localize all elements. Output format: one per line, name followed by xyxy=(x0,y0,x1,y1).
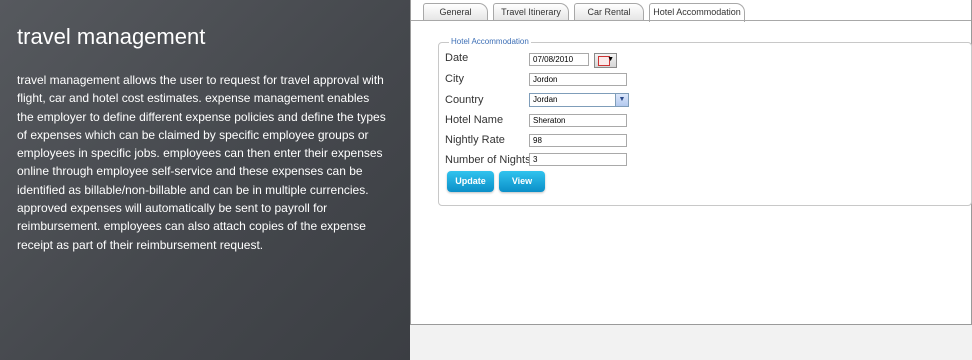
country-select[interactable]: Jordan ▼ xyxy=(529,93,629,107)
description-panel: travel management travel management allo… xyxy=(0,0,410,360)
chevron-down-icon: ▼ xyxy=(607,56,614,63)
nightly-rate-field[interactable]: 98 xyxy=(529,134,627,147)
city-field[interactable]: Jordon xyxy=(529,73,627,86)
nightly-rate-label: Nightly Rate xyxy=(445,134,505,146)
fieldset-legend: Hotel Accommodation xyxy=(449,37,531,46)
date-field[interactable]: 07/08/2010 xyxy=(529,53,589,66)
chevron-down-icon[interactable]: ▼ xyxy=(615,94,628,106)
number-of-nights-label: Number of Nights xyxy=(445,154,531,166)
tab-travel-itinerary[interactable]: Travel Itinerary xyxy=(493,3,569,21)
date-label: Date xyxy=(445,52,469,64)
page-title: travel management xyxy=(17,24,206,49)
number-of-nights-field[interactable]: 3 xyxy=(529,153,627,166)
description-text: travel management allows the user to req… xyxy=(17,73,386,252)
hotel-name-field[interactable]: Sheraton xyxy=(529,114,627,127)
tab-general[interactable]: General xyxy=(423,3,488,21)
update-button[interactable]: Update xyxy=(447,171,494,192)
tab-car-rental[interactable]: Car Rental xyxy=(574,3,644,21)
city-label: City xyxy=(445,73,464,85)
view-button[interactable]: View xyxy=(499,171,545,192)
country-label: Country xyxy=(445,94,484,106)
hotel-name-label: Hotel Name xyxy=(445,114,504,126)
calendar-button[interactable]: ▼ xyxy=(594,53,617,68)
app-area: General Travel Itinerary Car Rental Hote… xyxy=(410,0,972,360)
tab-divider xyxy=(411,20,971,21)
country-select-value: Jordan xyxy=(533,95,558,104)
app-window: General Travel Itinerary Car Rental Hote… xyxy=(410,0,972,325)
